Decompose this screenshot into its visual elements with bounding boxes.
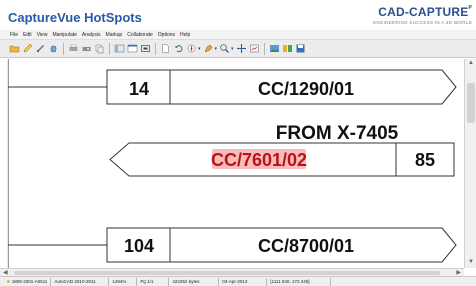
status-doc-id: ■ 1808-2001-A0511 — [4, 277, 52, 286]
logo-trademark: P — [468, 5, 472, 11]
connector-label: CC/1290/01 — [258, 79, 354, 99]
menu-options[interactable]: Options — [158, 32, 175, 38]
layout-icon[interactable] — [114, 43, 125, 54]
from-label: FROM X-7405 — [276, 123, 399, 144]
window-icon[interactable] — [127, 43, 138, 54]
app-window: CaptureVue HotSpots CAD-CAPTUREP ENGINEE… — [0, 0, 476, 286]
drawing-canvas[interactable]: 14 CC/1290/01 FROM X-7405 CC/7601/02 85 … — [8, 59, 464, 268]
app-title: CaptureVue HotSpots — [8, 10, 142, 25]
status-doc-id-text: 1808-2001-A0511 — [11, 279, 48, 284]
menu-markup[interactable]: Markup — [106, 32, 123, 38]
page-icon[interactable] — [160, 43, 171, 54]
toolbar-separator — [109, 42, 110, 55]
toolbar-separator — [263, 42, 265, 55]
compass-icon[interactable] — [186, 43, 197, 54]
scroll-up-icon[interactable]: ▲ — [467, 60, 475, 68]
menu-collaborate[interactable]: Collaborate — [127, 32, 153, 38]
dropdown-arrow-icon[interactable]: ▾ — [198, 46, 201, 52]
scroll-left-icon[interactable]: ◀ — [3, 269, 8, 276]
logo-tagline: ENGINEERING SUCCESS IN A 3D WORLD — [373, 20, 472, 25]
zoom-icon[interactable] — [219, 43, 230, 54]
connector-number: 85 — [415, 150, 435, 170]
frame-icon[interactable] — [140, 43, 151, 54]
status-software: AutoCAD 2010-2011 — [51, 277, 110, 286]
connector-label: CC/8700/01 — [258, 236, 354, 256]
image-icon[interactable] — [269, 43, 280, 54]
connector-hotspot[interactable]: 104 CC/8700/01 — [8, 227, 457, 263]
toolbar: ▾ ▾ ▾ — [0, 40, 476, 58]
status-coords: [1111.040, 172.245] — [267, 277, 332, 286]
status-size: 422252 bytes — [169, 277, 220, 286]
menu-analysis[interactable]: Analysis — [82, 32, 101, 38]
open-folder-icon[interactable] — [9, 43, 20, 54]
lock-icon: ■ — [7, 279, 10, 284]
export-icon[interactable] — [249, 43, 260, 54]
vertical-scrollbar[interactable]: ▲ ▼ — [464, 59, 476, 268]
status-date: 03-Apr-2013 — [219, 277, 268, 286]
print-icon[interactable] — [68, 43, 79, 54]
connector-hotspot-highlighted[interactable]: CC/7601/02 85 — [8, 142, 455, 177]
menu-view[interactable]: View — [37, 32, 48, 38]
print-preview-icon[interactable] — [81, 43, 92, 54]
title-bar: CaptureVue HotSpots CAD-CAPTUREP ENGINEE… — [0, 0, 476, 30]
zoom-fit-icon[interactable] — [236, 43, 247, 54]
pen-tool-icon[interactable] — [203, 43, 214, 54]
connector-number: 104 — [124, 236, 154, 256]
hand-icon[interactable] — [48, 43, 59, 54]
scroll-right-icon[interactable]: ▶ — [456, 269, 461, 276]
dropdown-arrow-icon[interactable]: ▾ — [231, 46, 234, 52]
drawing-svg: 14 CC/1290/01 FROM X-7405 CC/7601/02 85 … — [8, 59, 457, 268]
vertical-scroll-thumb[interactable] — [467, 83, 475, 123]
status-zoom: 1494% — [109, 277, 138, 286]
left-margin — [0, 59, 8, 268]
status-page: Pg 1/1 — [137, 277, 170, 286]
menu-help[interactable]: Help — [180, 32, 190, 38]
menu-manipulate[interactable]: Manipulate — [52, 32, 76, 38]
markup-icon[interactable] — [35, 43, 46, 54]
toolbar-separator — [63, 42, 64, 55]
brand-logo: CAD-CAPTUREP ENGINEERING SUCCESS IN A 3D… — [373, 5, 472, 25]
horizontal-scroll-thumb[interactable] — [14, 271, 440, 275]
copy-icon[interactable] — [94, 43, 105, 54]
pencil-icon[interactable] — [22, 43, 33, 54]
dropdown-arrow-icon[interactable]: ▾ — [215, 46, 218, 52]
horizontal-scrollbar[interactable]: ◀ ▶ — [0, 268, 464, 276]
rotate-icon[interactable] — [173, 43, 184, 54]
color-icon[interactable] — [282, 43, 293, 54]
save-icon[interactable] — [295, 43, 306, 54]
connector-label-highlighted: CC/7601/02 — [211, 150, 307, 170]
connector-number: 14 — [129, 79, 149, 99]
status-bar: ■ 1808-2001-A0511 AutoCAD 2010-2011 1494… — [0, 276, 476, 286]
scroll-down-icon[interactable]: ▼ — [467, 259, 475, 267]
logo-text: CAD-CAPTURE — [378, 5, 469, 19]
connector-hotspot[interactable]: 14 CC/1290/01 — [8, 69, 457, 105]
menu-bar: File Edit View Manipulate Analysis Marku… — [0, 30, 476, 40]
menu-file[interactable]: File — [10, 32, 18, 38]
toolbar-separator — [155, 42, 156, 55]
menu-edit[interactable]: Edit — [23, 32, 32, 38]
